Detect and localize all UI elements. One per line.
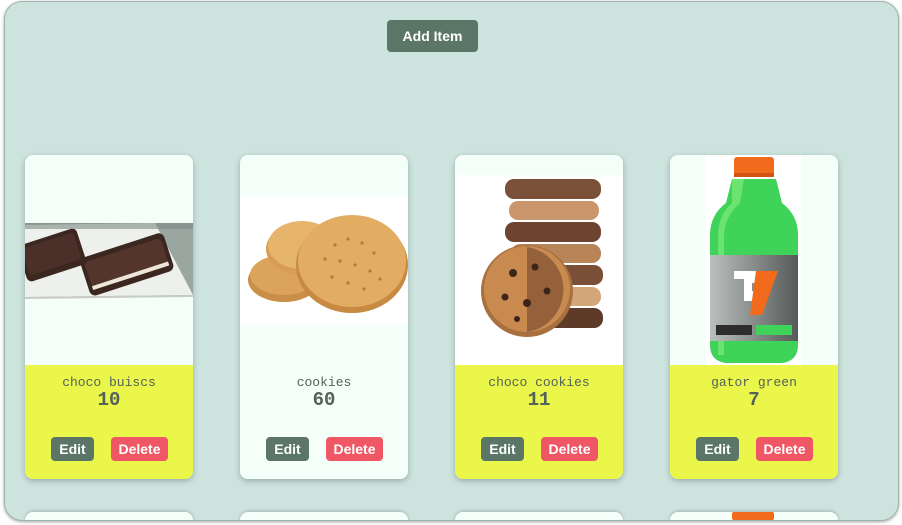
item-name: choco cookies — [488, 375, 590, 390]
item-quantity: 10 — [97, 389, 121, 411]
edit-button[interactable]: Edit — [51, 437, 94, 461]
edit-button[interactable]: Edit — [696, 437, 739, 461]
item-info: choco cookies 11 Edit Delete — [455, 365, 623, 479]
item-card: choco buiscs 10 Edit Delete — [25, 155, 193, 479]
item-image — [670, 155, 838, 365]
edit-button[interactable]: Edit — [266, 437, 309, 461]
item-name: choco buiscs — [62, 375, 156, 390]
item-card-partial — [670, 512, 838, 520]
item-quantity: 60 — [312, 389, 336, 411]
item-info: gator green 7 Edit Delete — [670, 365, 838, 479]
item-name: cookies — [296, 375, 352, 390]
add-item-button[interactable]: Add Item — [387, 20, 478, 52]
item-card: choco cookies 11 Edit Delete — [455, 155, 623, 479]
item-card-partial — [455, 512, 623, 520]
item-info: cookies 60 Edit Delete — [240, 365, 408, 479]
item-quantity: 11 — [527, 389, 551, 411]
item-image — [455, 155, 623, 365]
delete-button[interactable]: Delete — [326, 437, 383, 461]
delete-button[interactable]: Delete — [111, 437, 168, 461]
app-container: Add Item choco buiscs 10 Edit Delete coo… — [4, 1, 899, 521]
edit-button[interactable]: Edit — [481, 437, 524, 461]
item-name: gator green — [711, 375, 797, 390]
item-card-partial — [25, 512, 193, 520]
item-image — [240, 155, 408, 365]
item-card-partial — [240, 512, 408, 520]
delete-button[interactable]: Delete — [756, 437, 813, 461]
item-card: gator green 7 Edit Delete — [670, 155, 838, 479]
item-image — [25, 155, 193, 365]
bottle-cap-icon — [732, 512, 774, 520]
item-quantity: 7 — [748, 389, 760, 411]
item-info: choco buiscs 10 Edit Delete — [25, 365, 193, 479]
item-card: cookies 60 Edit Delete — [240, 155, 408, 479]
delete-button[interactable]: Delete — [541, 437, 598, 461]
